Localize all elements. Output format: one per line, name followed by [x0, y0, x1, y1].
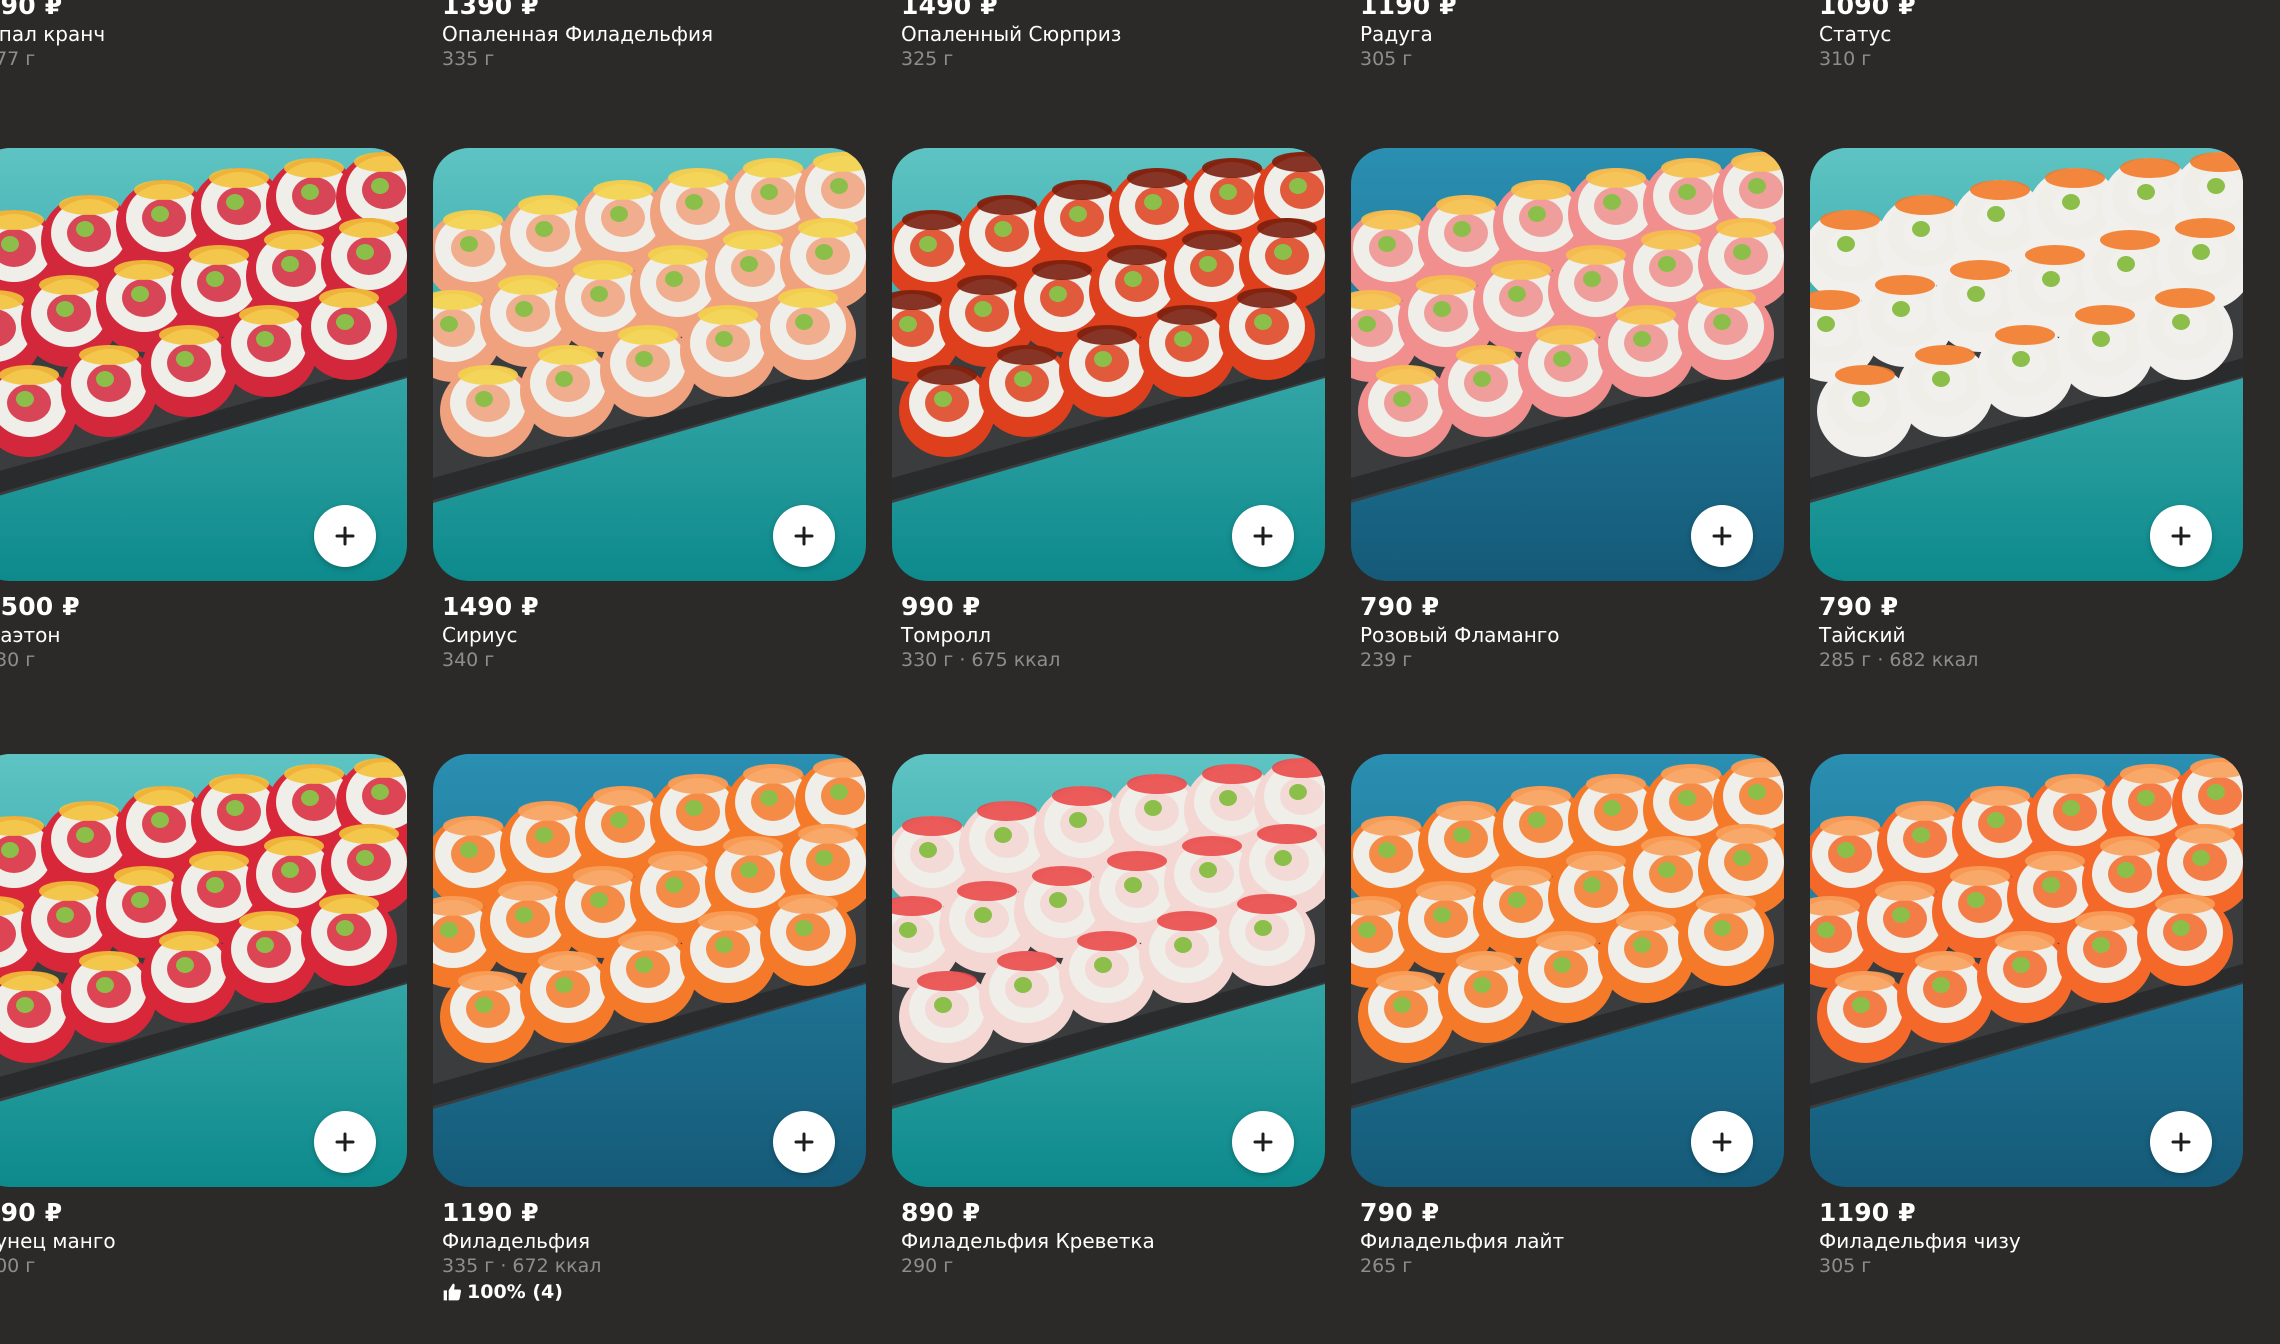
product-weight: 340 г [442, 649, 495, 671]
product-name: Томролл [901, 623, 992, 647]
product-price: 1190 ₽ [1819, 1198, 1916, 1227]
product-name: Филадельфия [442, 1229, 591, 1253]
plus-icon [794, 526, 814, 546]
add-to-cart-button[interactable] [1691, 505, 1753, 567]
product-weight: 330 г [0, 649, 36, 671]
product-name: Фаэтон [0, 623, 61, 647]
thumbs-up-icon [443, 1283, 462, 1301]
product-weight: 239 г [1360, 649, 1413, 671]
product-weight: 277 г [0, 48, 36, 70]
product-weight: 310 г [1819, 48, 1872, 70]
product-price: 1090 ₽ [1819, 0, 1916, 20]
product-price: 890 ₽ [0, 0, 63, 20]
add-to-cart-button[interactable] [773, 1111, 835, 1173]
add-to-cart-button[interactable] [2150, 505, 2212, 567]
plus-icon [794, 1132, 814, 1152]
product-name: Тунец манго [0, 1229, 116, 1253]
add-to-cart-button[interactable] [1232, 1111, 1294, 1173]
product-price: 990 ₽ [901, 592, 981, 621]
product-price: 790 ₽ [1819, 592, 1899, 621]
product-weight: 265 г [1360, 1255, 1413, 1277]
product-name: Статус [1819, 22, 1892, 46]
add-to-cart-button[interactable] [2150, 1111, 2212, 1173]
product-price: 1500 ₽ [0, 592, 80, 621]
product-name: Опаленный Сюрприз [901, 22, 1122, 46]
add-to-cart-button[interactable] [773, 505, 835, 567]
product-price: 1490 ₽ [901, 0, 998, 20]
plus-icon [1253, 526, 1273, 546]
rating-value: 100% (4) [467, 1281, 563, 1303]
product-name: Тайский [1819, 623, 1906, 647]
product-weight: 300 г [0, 1255, 36, 1277]
add-to-cart-button[interactable] [314, 505, 376, 567]
product-weight: 290 г [901, 1255, 954, 1277]
plus-icon [1712, 1132, 1732, 1152]
product-price: 1390 ₽ [442, 0, 539, 20]
product-price: 790 ₽ [1360, 1198, 1440, 1227]
product-price: 790 ₽ [1360, 592, 1440, 621]
product-grid: 890 ₽ Опал кранч 277 г 1390 ₽ Опаленная … [0, 0, 2280, 1344]
product-name: Радуга [1360, 22, 1433, 46]
product-weight: 285 г · 682 ккал [1819, 649, 1979, 671]
add-to-cart-button[interactable] [314, 1111, 376, 1173]
product-price: 890 ₽ [901, 1198, 981, 1227]
product-name: Опал кранч [0, 22, 106, 46]
product-weight: 335 г [442, 48, 495, 70]
product-name: Филадельфия лайт [1360, 1229, 1565, 1253]
product-weight: 305 г [1819, 1255, 1872, 1277]
product-price: 990 ₽ [0, 1198, 63, 1227]
product-name: Сириус [442, 623, 518, 647]
product-price: 1190 ₽ [442, 1198, 539, 1227]
product-price: 1190 ₽ [1360, 0, 1457, 20]
add-to-cart-button[interactable] [1232, 505, 1294, 567]
product-weight: 305 г [1360, 48, 1413, 70]
product-price: 1490 ₽ [442, 592, 539, 621]
plus-icon [2171, 1132, 2191, 1152]
product-name: Розовый Фламанго [1360, 623, 1560, 647]
product-weight: 325 г [901, 48, 954, 70]
product-name: Филадельфия чизу [1819, 1229, 2021, 1253]
product-name: Опаленная Филадельфия [442, 22, 714, 46]
product-weight: 330 г · 675 ккал [901, 649, 1061, 671]
product-name: Филадельфия Креветка [901, 1229, 1155, 1253]
plus-icon [335, 1132, 355, 1152]
plus-icon [1253, 1132, 1273, 1152]
product-weight: 335 г · 672 ккал [442, 1255, 602, 1277]
plus-icon [1712, 526, 1732, 546]
add-to-cart-button[interactable] [1691, 1111, 1753, 1173]
product-rating: 100% (4) [442, 1279, 601, 1305]
plus-icon [2171, 526, 2191, 546]
plus-icon [335, 526, 355, 546]
